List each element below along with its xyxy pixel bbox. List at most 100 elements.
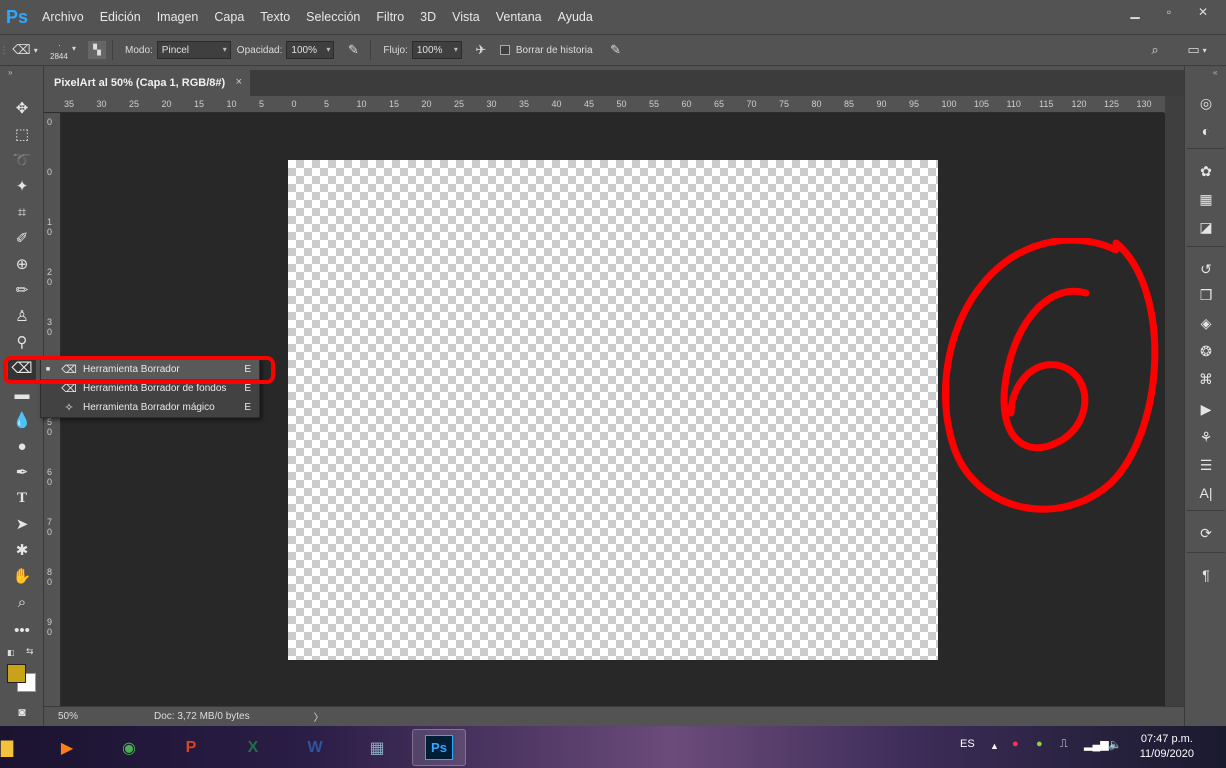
menu-ayuda[interactable]: Ayuda	[550, 0, 601, 34]
photoshop-logo[interactable]: Ps	[0, 0, 34, 34]
magic-wand-tool-icon[interactable]: ✦	[8, 174, 36, 198]
menu-edicion[interactable]: Edición	[92, 0, 149, 34]
timeline-icon[interactable]: ⟳	[1193, 522, 1219, 544]
actions-icon[interactable]: ▶	[1193, 398, 1219, 420]
tray-app-icon[interactable]: ●	[1012, 738, 1019, 750]
clone-stamp-tool-icon[interactable]: ♙	[8, 304, 36, 328]
brush-size-picker[interactable]: · 2844 ▾	[42, 36, 82, 64]
chevron-down-icon: ▾	[72, 44, 77, 53]
pen-tool-icon[interactable]: ✒	[8, 460, 36, 484]
eraser-preset-icon[interactable]: ⌫ ▾	[8, 39, 42, 61]
opacity-value: 100%	[291, 44, 317, 56]
menu-seleccion[interactable]: Selección	[298, 0, 368, 34]
close-icon[interactable]: ✕	[1186, 0, 1220, 24]
history-icon[interactable]: ↺	[1193, 258, 1219, 280]
3d-icon[interactable]: ❒	[1193, 284, 1219, 306]
paragraph-icon[interactable]: ¶	[1193, 564, 1219, 586]
menu-capa[interactable]: Capa	[206, 0, 252, 34]
healing-brush-tool-icon[interactable]: ⊕	[8, 252, 36, 276]
minimize-icon[interactable]: ▁	[1118, 0, 1152, 24]
properties-icon[interactable]: ☰	[1193, 454, 1219, 476]
taskbar-calculator-button[interactable]: ▦	[350, 729, 404, 766]
brush-presets-icon[interactable]: ⚘	[1193, 426, 1219, 448]
vertical-scrollbar[interactable]	[1165, 96, 1184, 706]
brush-panel-icon[interactable]: ▚	[88, 41, 106, 59]
quick-mask-icon[interactable]: ◙	[8, 700, 36, 724]
eyedropper-tool-icon[interactable]: ✐	[8, 226, 36, 250]
ruler-tick-label: 35	[519, 99, 530, 109]
ruler-tick-label: 55	[649, 99, 660, 109]
mode-select[interactable]: Pincel ▾	[156, 41, 231, 59]
volume-icon[interactable]: 🔈	[1108, 738, 1122, 751]
panel-collapse-icon[interactable]: »	[8, 68, 12, 77]
taskbar-chrome-button[interactable]: ◉	[102, 729, 156, 766]
taskbar-powerpoint-button[interactable]: P	[164, 729, 218, 766]
menu-ventana[interactable]: Ventana	[488, 0, 550, 34]
close-tab-icon[interactable]: ×	[236, 76, 242, 88]
airbrush-icon[interactable]: ✈	[470, 39, 492, 61]
dodge-tool-icon[interactable]: ●	[8, 434, 36, 458]
paths-icon[interactable]: ⌘	[1193, 368, 1219, 390]
menu-3d[interactable]: 3D	[412, 0, 444, 34]
erase-history-checkbox[interactable]	[499, 45, 510, 55]
document-tab[interactable]: PixelArt al 50% (Capa 1, RGB/8#) ×	[44, 70, 250, 96]
tray-app-icon[interactable]: ●	[1036, 738, 1043, 750]
brush-tool-icon[interactable]: ✏	[8, 278, 36, 302]
windows-taskbar: ▇ ▶ ◉ P X W ▦ Ps ES ▲ ● ● ⎍ ▂▄▆ 🔈 07:47 p.m. 11…	[0, 726, 1226, 768]
more-tools-icon[interactable]: •••	[8, 618, 36, 642]
taskbar-word-button[interactable]: W	[288, 729, 342, 766]
system-clock[interactable]: 07:47 p.m. 11/09/2020	[1140, 732, 1194, 762]
status-menu-arrow[interactable]: 〉	[314, 709, 324, 724]
usb-icon[interactable]: ⎍	[1060, 738, 1068, 751]
history-brush-tool-icon[interactable]: ⚲	[8, 330, 36, 354]
menu-vista[interactable]: Vista	[444, 0, 488, 34]
pressure-size-icon[interactable]: ✎	[605, 39, 627, 61]
crop-tool-icon[interactable]: ⌗	[8, 200, 36, 224]
language-indicator[interactable]: ES	[960, 738, 975, 750]
swatches-icon[interactable]: ✿	[1193, 160, 1219, 182]
default-colors-icon[interactable]: ◧	[7, 648, 15, 657]
transparent-canvas[interactable]	[288, 160, 938, 660]
menu-filtro[interactable]: Filtro	[368, 0, 412, 34]
pressure-opacity-icon[interactable]: ✎	[342, 39, 364, 61]
show-hidden-icons-icon[interactable]: ▲	[990, 741, 999, 751]
taskbar-file-explorer-button[interactable]: ▇	[0, 729, 34, 766]
lasso-tool-icon[interactable]: ➰	[8, 148, 36, 172]
zoom-level[interactable]: 50%	[44, 711, 104, 722]
menu-archivo[interactable]: Archivo	[34, 0, 92, 34]
libraries-icon[interactable]: ◪	[1193, 216, 1219, 238]
signal-icon[interactable]: ▂▄▆	[1084, 738, 1109, 751]
flyout-item-magic-eraser[interactable]: ✧ Herramienta Borrador mágico E	[41, 398, 259, 417]
opacity-field[interactable]: 100% ▾	[286, 41, 335, 59]
grid-icon[interactable]: ▦	[1193, 188, 1219, 210]
taskbar-photoshop-button[interactable]: Ps	[412, 729, 466, 766]
opacity-label: Opacidad:	[236, 44, 283, 56]
panel-collapse-icon[interactable]: «	[1213, 68, 1217, 77]
taskbar-excel-button[interactable]: X	[226, 729, 280, 766]
divider	[1187, 510, 1225, 511]
path-selection-tool-icon[interactable]: ➤	[8, 512, 36, 536]
layers-icon[interactable]: ◈	[1193, 312, 1219, 334]
character-icon[interactable]: A|	[1193, 482, 1219, 504]
search-icon[interactable]: ⌕	[1144, 39, 1166, 61]
taskbar-media-player-button[interactable]: ▶	[40, 729, 94, 766]
adjustments-icon[interactable]: ◐	[1193, 120, 1219, 142]
flow-field[interactable]: 100% ▾	[411, 41, 462, 59]
workspace-icon[interactable]: ▭ ▾	[1180, 39, 1214, 61]
foreground-color-swatch[interactable]	[7, 664, 26, 683]
marquee-tool-icon[interactable]: ⬚	[8, 122, 36, 146]
hand-tool-icon[interactable]: ✋	[8, 564, 36, 588]
custom-shape-tool-icon[interactable]: ✱	[8, 538, 36, 562]
menu-imagen[interactable]: Imagen	[149, 0, 207, 34]
zoom-tool-icon[interactable]: ⌕	[8, 590, 36, 614]
ruler-tick-label: 125	[1104, 99, 1120, 109]
type-tool-icon[interactable]: T	[8, 486, 36, 510]
blur-tool-icon[interactable]: 💧	[8, 408, 36, 432]
gradient-tool-icon[interactable]: ▬	[8, 382, 36, 406]
color-icon[interactable]: ◎	[1193, 92, 1219, 114]
swap-colors-icon[interactable]: ⇆	[26, 646, 34, 657]
menu-texto[interactable]: Texto	[252, 0, 298, 34]
channels-icon[interactable]: ❂	[1193, 340, 1219, 362]
move-tool-icon[interactable]: ✥	[8, 96, 36, 120]
maximize-icon[interactable]: ▫	[1152, 0, 1186, 24]
